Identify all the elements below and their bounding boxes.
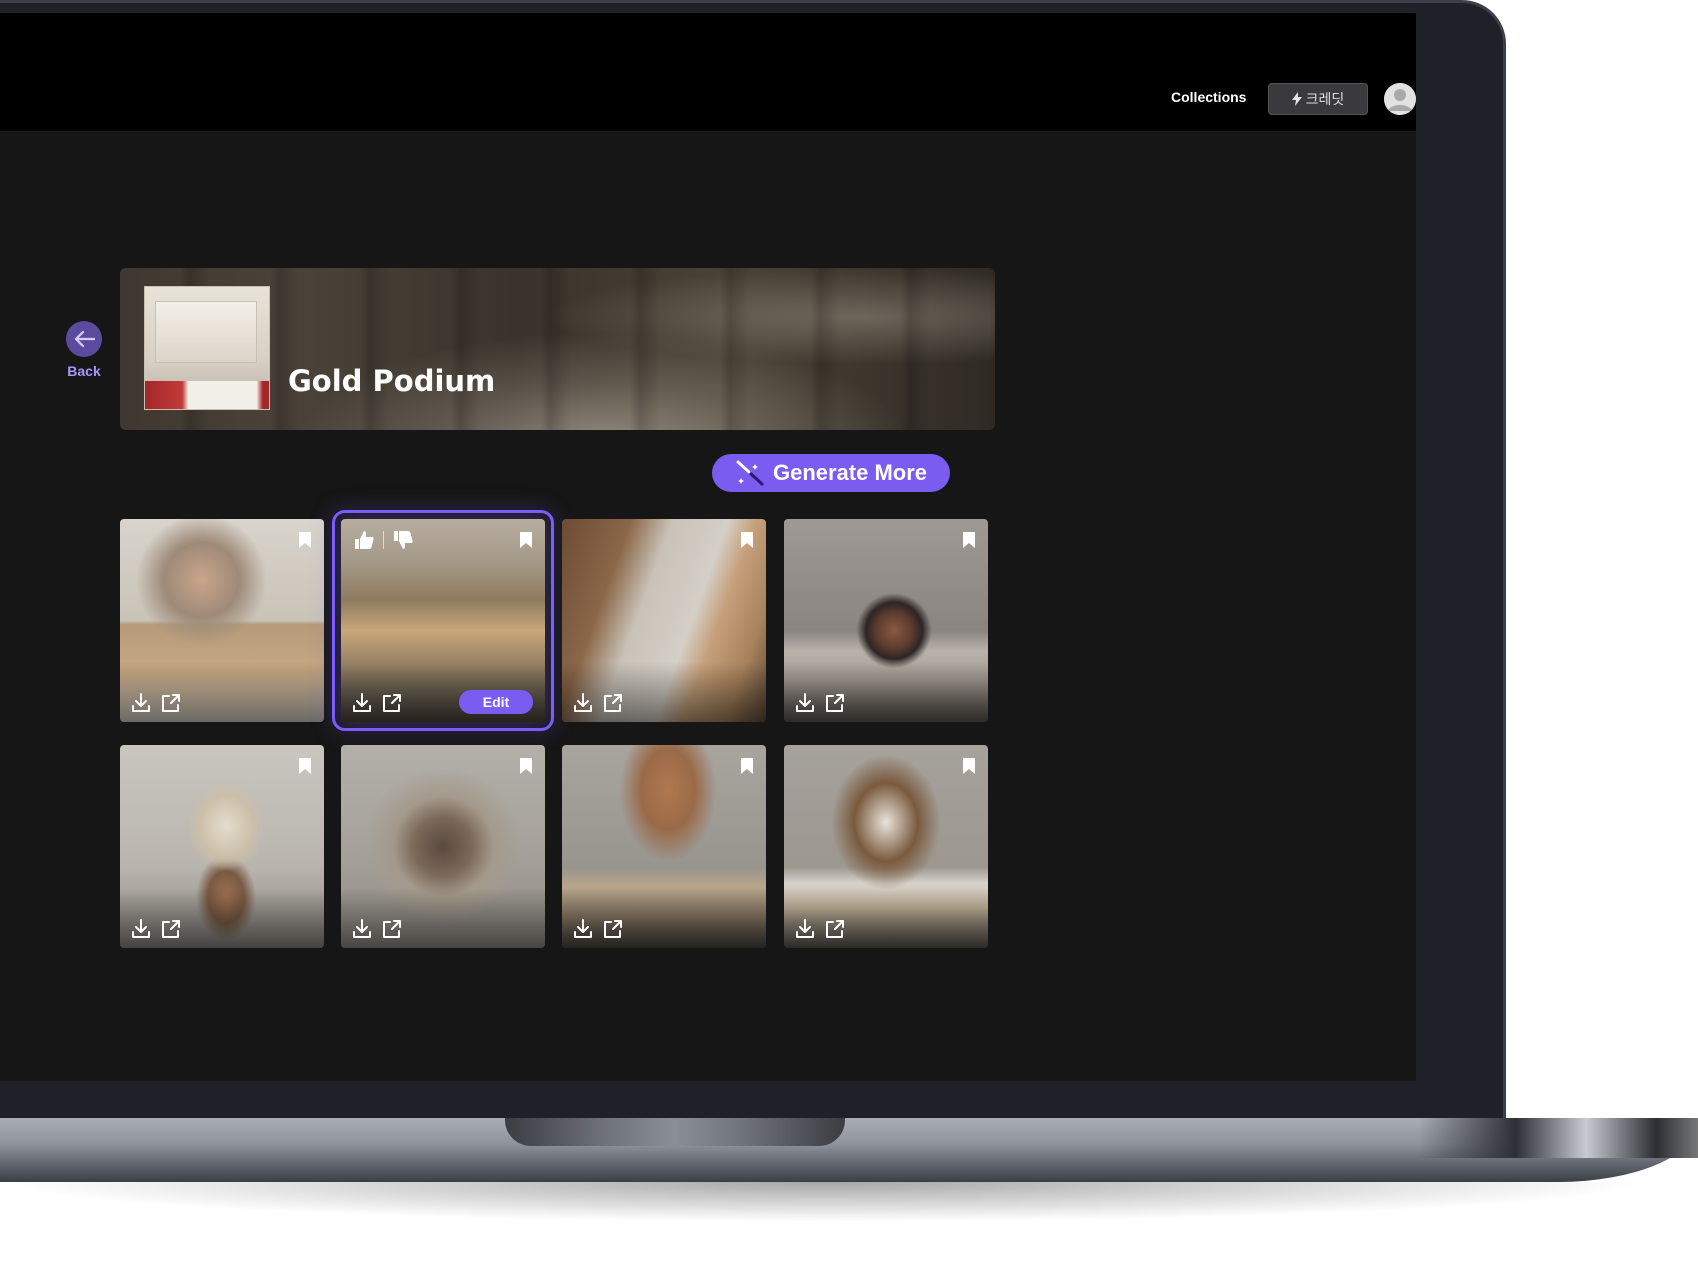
main-content: Back Gold Podium Generate More Edit xyxy=(0,131,1416,1081)
bookmark-icon[interactable] xyxy=(962,531,976,549)
bookmark-icon[interactable] xyxy=(962,757,976,775)
credit-button[interactable]: 크레딧 xyxy=(1268,83,1368,115)
collection-header-banner: Gold Podium xyxy=(120,268,995,430)
nav-collections-link[interactable]: Collections xyxy=(1171,89,1246,105)
download-icon[interactable] xyxy=(351,692,373,714)
image-grid: Edit xyxy=(120,510,1000,948)
download-icon[interactable] xyxy=(794,918,816,940)
bookmark-icon[interactable] xyxy=(298,531,312,549)
bookmark-icon[interactable] xyxy=(298,757,312,775)
image-tile[interactable] xyxy=(562,519,766,722)
bookmark-icon[interactable] xyxy=(519,757,533,775)
collection-title: Gold Podium xyxy=(288,364,496,398)
top-bar: Collections 크레딧 xyxy=(0,13,1416,131)
credit-label: 크레딧 xyxy=(1305,92,1345,108)
share-icon[interactable] xyxy=(381,692,403,714)
laptop-shadow xyxy=(0,1182,1650,1222)
image-tile[interactable] xyxy=(784,745,988,948)
image-tile[interactable] xyxy=(341,745,545,948)
collection-thumbnail xyxy=(144,286,270,410)
thumbs-up-icon[interactable] xyxy=(353,529,375,551)
share-icon[interactable] xyxy=(160,692,182,714)
app-screen: Collections 크레딧 Back Gold Podium Generat… xyxy=(0,13,1416,1081)
generate-more-button[interactable]: Generate More xyxy=(712,454,950,492)
back-circle xyxy=(66,321,102,357)
image-tile[interactable] xyxy=(562,745,766,948)
vote-separator xyxy=(383,531,384,549)
laptop-base xyxy=(0,1118,1698,1182)
laptop-hinge-notch xyxy=(505,1118,845,1146)
bookmark-icon[interactable] xyxy=(740,757,754,775)
download-icon[interactable] xyxy=(130,918,152,940)
share-icon[interactable] xyxy=(381,918,403,940)
download-icon[interactable] xyxy=(572,918,594,940)
download-icon[interactable] xyxy=(130,692,152,714)
back-label: Back xyxy=(67,363,101,379)
image-tile[interactable] xyxy=(120,745,324,948)
bookmark-icon[interactable] xyxy=(519,531,533,549)
edit-button[interactable]: Edit xyxy=(459,690,533,714)
image-tile[interactable] xyxy=(784,519,988,722)
lightning-icon xyxy=(1291,92,1302,106)
download-icon[interactable] xyxy=(794,692,816,714)
user-avatar-icon xyxy=(1384,83,1416,115)
share-icon[interactable] xyxy=(602,918,624,940)
download-icon[interactable] xyxy=(351,918,373,940)
download-icon[interactable] xyxy=(572,692,594,714)
share-icon[interactable] xyxy=(824,692,846,714)
generate-more-label: Generate More xyxy=(772,460,928,485)
share-icon[interactable] xyxy=(602,692,624,714)
bookmark-icon[interactable] xyxy=(740,531,754,549)
magic-wand-icon xyxy=(736,460,764,486)
image-tile[interactable] xyxy=(120,519,324,722)
share-icon[interactable] xyxy=(160,918,182,940)
arrow-left-icon xyxy=(74,330,95,348)
image-tile-selected[interactable]: Edit xyxy=(332,510,554,731)
share-icon[interactable] xyxy=(824,918,846,940)
thumbs-down-icon[interactable] xyxy=(392,529,414,551)
laptop-frame: Collections 크레딧 Back Gold Podium Generat… xyxy=(0,0,1506,1122)
back-button[interactable]: Back xyxy=(59,321,109,379)
user-avatar[interactable] xyxy=(1384,83,1416,115)
